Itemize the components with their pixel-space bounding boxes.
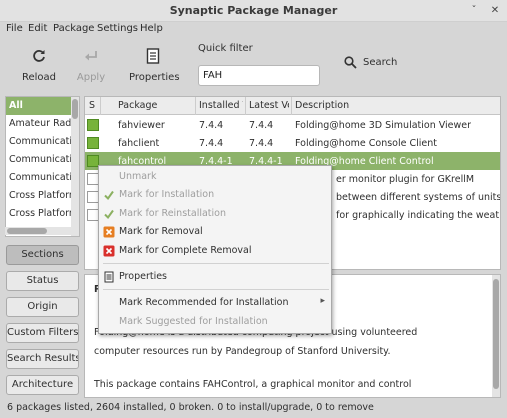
package-description: Folding@home 3D Simulation Viewer [295,120,472,131]
check-icon [104,190,114,201]
installed-checkbox[interactable] [87,119,99,131]
menu-item-mark-reinstall[interactable]: Mark for Reinstallation [99,205,331,223]
submenu-arrow-icon: ▸ [320,296,325,306]
properties-icon [104,271,114,283]
sections-button[interactable]: Sections [6,245,79,265]
menu-help[interactable]: Help [140,23,163,34]
section-item[interactable]: Amateur Radio [6,115,79,133]
sections-list: All Amateur Radio Communication Communic… [5,96,80,237]
reload-button[interactable]: Reload [20,46,58,83]
menu-item-label: Mark for Complete Removal [119,245,252,256]
menu-item-label: Mark Suggested for Installation [119,316,268,327]
architecture-button[interactable]: Architecture [6,375,79,395]
menu-item-label: Mark for Removal [119,226,203,237]
menu-item-mark-removal[interactable]: Mark for Removal [99,223,331,241]
section-item[interactable]: Communication [6,133,79,151]
package-description: between different systems of units [336,192,501,203]
quick-filter-label: Quick filter [198,43,253,54]
properties-label: Properties [129,72,180,83]
table-row[interactable]: fahviewer 7.4.4 7.4.4 Folding@home 3D Si… [85,116,500,134]
package-name: fahviewer [118,120,165,131]
menu-package[interactable]: Package [53,23,94,34]
menu-edit[interactable]: Edit [28,23,47,34]
detail-line: This package contains FAHControl, a grap… [94,379,412,390]
status-button[interactable]: Status [6,271,79,291]
sections-vertical-scrollbar[interactable] [71,97,79,236]
menu-item-label: Mark Recommended for Installation [119,297,289,308]
package-description: er monitor plugin for GKrellM [336,174,475,185]
package-description: Folding@home Console Client [295,138,437,149]
installed-version: 7.4.4 [199,138,224,149]
menu-item-mark-install[interactable]: Mark for Installation [99,186,331,204]
menu-item-mark-suggested[interactable]: Mark Suggested for Installation [99,313,331,331]
menu-item-unmark[interactable]: Unmark [99,168,331,186]
latest-version: 7.4.4 [249,120,274,131]
purge-icon [103,245,115,257]
search-label: Search [363,57,398,68]
section-item[interactable]: Communication [6,151,79,169]
menu-bar: File Edit Package Settings Help [0,22,507,38]
table-row[interactable]: fahclient 7.4.4 7.4.4 Folding@home Conso… [85,134,500,152]
column-status[interactable]: S [89,100,95,111]
apply-icon [74,46,108,66]
menu-item-label: Mark for Reinstallation [119,208,227,219]
properties-button[interactable]: Properties [129,46,180,83]
scroll-thumb[interactable] [493,279,499,389]
installed-checkbox[interactable] [87,137,99,149]
menu-separator [103,289,329,290]
context-menu: Unmark Mark for Installation Mark for Re… [98,165,332,334]
reload-label: Reload [21,72,57,83]
menu-item-label: Unmark [119,171,157,182]
table-header: S Package Installed V Latest Ve Descript… [85,97,500,115]
latest-version: 7.4.4 [249,138,274,149]
section-item[interactable]: Communication [6,169,79,187]
window-title: Synaptic Package Manager [169,4,338,17]
column-latest-version[interactable]: Latest Ve [249,100,289,111]
minimize-icon[interactable]: ˇ [468,5,480,17]
menu-file[interactable]: File [6,23,23,34]
toolbar: Reload Apply Properties Quick filter Sea… [0,38,507,94]
status-bar: 6 packages listed, 2604 installed, 0 bro… [0,398,507,418]
package-description: for graphically indicating the weather [336,210,501,221]
origin-button[interactable]: Origin [6,297,79,317]
detail-line: computer resources run by Pandegroup of … [94,346,391,357]
menu-item-properties[interactable]: Properties [99,268,331,286]
search-button[interactable]: Search [344,56,397,69]
detail-vertical-scrollbar[interactable] [492,275,500,397]
quick-filter-input[interactable] [198,65,320,86]
scroll-thumb[interactable] [72,99,78,119]
apply-label: Apply [76,72,106,83]
sections-horizontal-scrollbar[interactable] [5,227,71,235]
scroll-thumb[interactable] [7,228,47,234]
apply-button[interactable]: Apply [74,46,108,83]
menu-item-label: Mark for Installation [119,189,215,200]
section-item-all[interactable]: All [6,97,79,115]
remove-icon [103,226,115,238]
menu-settings[interactable]: Settings [97,23,138,34]
close-icon[interactable]: ✕ [489,5,501,17]
search-icon [344,56,357,69]
reload-icon [20,46,58,66]
menu-item-mark-complete-removal[interactable]: Mark for Complete Removal [99,242,331,260]
properties-icon [129,46,177,66]
column-package[interactable]: Package [118,100,157,111]
column-installed-version[interactable]: Installed V [199,100,243,111]
section-item[interactable]: Cross Platform [6,187,79,205]
menu-item-label: Properties [119,271,168,282]
search-results-button[interactable]: Search Results [6,349,79,369]
title-bar: Synaptic Package Manager ˇ ✕ [0,0,507,22]
custom-filters-button[interactable]: Custom Filters [6,323,79,343]
installed-version: 7.4.4 [199,120,224,131]
section-item[interactable]: Cross Platform [6,205,79,223]
package-name: fahclient [118,138,160,149]
menu-item-mark-recommended[interactable]: Mark Recommended for Installation ▸ [99,294,331,312]
check-icon [104,209,114,220]
menu-separator [103,263,329,264]
column-description[interactable]: Description [295,100,349,111]
